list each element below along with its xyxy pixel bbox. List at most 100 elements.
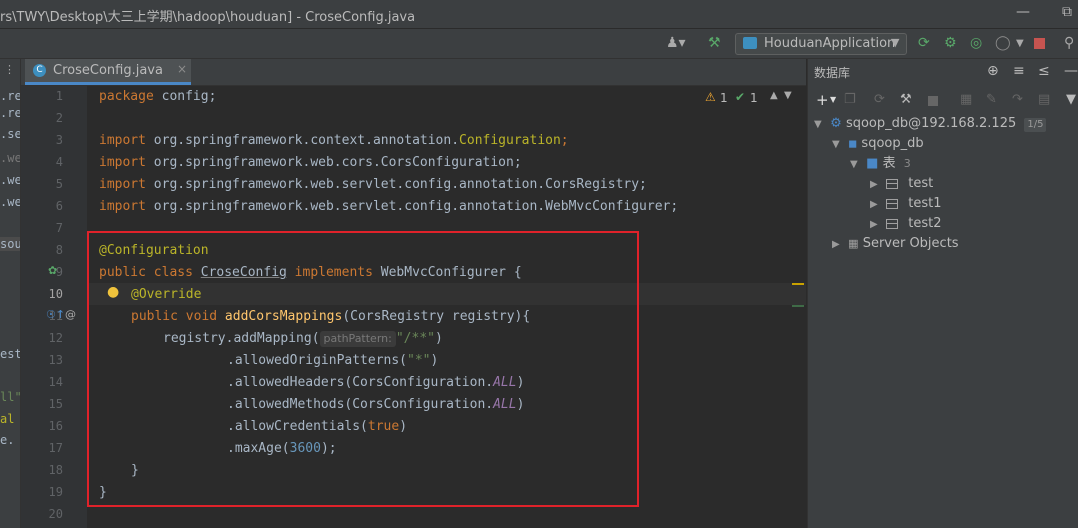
- chevron-down-icon[interactable]: ▼: [832, 135, 844, 155]
- warning-count[interactable]: 1: [720, 91, 728, 105]
- project-item[interactable]: .re: [0, 106, 20, 120]
- line-number: 13: [48, 353, 63, 367]
- chevron-down-icon[interactable]: ▼: [830, 95, 836, 104]
- code-fragment: est: [0, 347, 21, 361]
- tree-tables-folder[interactable]: ▼ ■ 表 3: [850, 154, 911, 174]
- collapse-all-icon[interactable]: ≡: [1013, 63, 1025, 79]
- code-line: import org.springframework.web.cors.Cors…: [99, 155, 522, 170]
- spring-bean-icon[interactable]: ✿: [48, 264, 57, 277]
- copy-icon[interactable]: ❐: [844, 92, 856, 107]
- editor-gutter: 1 2 3 4 5 6 7 8 9 10 11 12 13 14 15 16 1…: [21, 86, 97, 528]
- annotation-marker-icon[interactable]: @: [65, 308, 76, 321]
- filter-icon[interactable]: ▼: [1066, 92, 1076, 107]
- chevron-right-icon[interactable]: ▶: [870, 215, 882, 235]
- code-line: import org.springframework.context.annot…: [99, 133, 569, 148]
- server-objects-label: Server Objects: [862, 236, 959, 251]
- project-item[interactable]: .re: [0, 89, 20, 103]
- scroll-marker: [792, 283, 804, 285]
- stop-icon[interactable]: [928, 96, 938, 106]
- user-icon[interactable]: ♟▾: [666, 35, 686, 51]
- connection-icon: ⚙: [830, 116, 842, 131]
- console-icon[interactable]: ▤: [1038, 92, 1050, 107]
- jump-icon[interactable]: ↷: [1012, 92, 1023, 107]
- stop-icon[interactable]: [1034, 38, 1045, 49]
- line-number: 19: [48, 485, 63, 499]
- expand-all-icon[interactable]: ≤: [1038, 63, 1050, 79]
- code-line: import org.springframework.web.servlet.c…: [99, 199, 679, 214]
- chevron-right-icon[interactable]: ▶: [832, 235, 844, 255]
- target-icon[interactable]: ⊕: [987, 63, 999, 79]
- check-icon[interactable]: ✔: [735, 90, 745, 104]
- edit-icon[interactable]: ✎: [986, 92, 997, 107]
- wrench-icon[interactable]: ⚒: [900, 92, 912, 107]
- table-view-icon[interactable]: ▦: [960, 92, 972, 107]
- close-icon[interactable]: ×: [177, 62, 187, 76]
- tree-connection[interactable]: ▼ ⚙ sqoop_db@192.168.2.125 1/5: [814, 114, 1047, 135]
- line-number: 2: [55, 111, 63, 125]
- project-item[interactable]: .we: [0, 173, 20, 187]
- schema-label: sqoop_db: [861, 136, 924, 151]
- table-label: test2: [908, 216, 942, 231]
- tree-table[interactable]: ▶ test2: [870, 214, 942, 234]
- code-line: package config;: [99, 89, 217, 104]
- database-toolbar: + ▼ ❐ ⟳ ⚒ ▦ ✎ ↷ ▤ ▼: [808, 86, 1078, 112]
- override-marker-icon[interactable]: ☉↑: [46, 308, 65, 321]
- chevron-right-icon[interactable]: ▶: [870, 195, 882, 215]
- refresh-icon[interactable]: ⟳: [874, 92, 885, 107]
- ok-count[interactable]: 1: [750, 91, 758, 105]
- schema-icon: ◼: [848, 137, 858, 150]
- editor-tab-bar: C CroseConfig.java ×: [21, 59, 806, 86]
- debug-bug-icon[interactable]: ⚙: [944, 35, 957, 51]
- run-configuration-select[interactable]: HouduanApplication ▼: [735, 33, 907, 55]
- warning-icon[interactable]: ⚠: [705, 90, 716, 104]
- window-title: rs\TWY\Desktop\大三上学期\hadoop\houduan] - C…: [0, 10, 416, 25]
- tables-folder-label: 表: [882, 156, 896, 171]
- scroll-marker: [792, 305, 804, 307]
- build-hammer-icon[interactable]: ⚒: [708, 35, 721, 51]
- folder-icon: ■: [866, 156, 879, 171]
- more-run-options-icon[interactable]: ▼: [1016, 38, 1024, 49]
- tree-table[interactable]: ▶ test1: [870, 194, 942, 214]
- tab-crose-config[interactable]: C CroseConfig.java ×: [25, 59, 191, 85]
- profiler-icon[interactable]: ◯: [995, 35, 1011, 51]
- connection-badge: 1/5: [1024, 118, 1047, 132]
- tab-label: CroseConfig.java: [53, 63, 163, 78]
- line-number: 16: [48, 419, 63, 433]
- project-item[interactable]: .we: [0, 151, 20, 165]
- chevron-right-icon[interactable]: ▶: [870, 175, 882, 195]
- chevron-down-icon[interactable]: ▼: [784, 90, 792, 101]
- code-fragment: al: [0, 412, 15, 426]
- connection-label: sqoop_db@192.168.2.125: [845, 116, 1017, 131]
- server-objects-icon: ▦: [848, 237, 859, 250]
- project-item[interactable]: .we: [0, 195, 20, 209]
- panel-menu-icon[interactable]: ⋮: [4, 63, 15, 76]
- rerun-icon[interactable]: ⟳: [918, 35, 930, 51]
- chevron-down-icon: ▼: [891, 36, 900, 49]
- main-toolbar: ♟▾ ⚒ HouduanApplication ▼ ⟳ ⚙ ◎ ◯ ▼ ⚲: [0, 29, 1078, 59]
- chevron-down-icon[interactable]: ▼: [850, 155, 862, 175]
- coverage-icon[interactable]: ◎: [970, 35, 982, 51]
- line-number: 10: [48, 287, 63, 301]
- line-number: 5: [55, 177, 63, 191]
- line-number: 20: [48, 507, 63, 521]
- restore-button[interactable]: ⧉: [1062, 4, 1072, 20]
- title-bar: rs\TWY\Desktop\大三上学期\hadoop\houduan] - C…: [0, 0, 1078, 29]
- search-icon[interactable]: ⚲: [1064, 35, 1074, 51]
- table-icon: [886, 198, 899, 209]
- project-item[interactable]: .se: [0, 127, 20, 141]
- line-number: 6: [55, 199, 63, 213]
- minimize-button[interactable]: —: [1016, 4, 1030, 20]
- minimize-panel-icon[interactable]: —: [1064, 63, 1078, 79]
- project-item[interactable]: sou: [0, 237, 20, 251]
- add-icon[interactable]: +: [816, 91, 829, 109]
- project-panel-fragment: ⋮ .re .re .se .we .we .we sou est ll" al…: [0, 59, 21, 528]
- table-label: test: [908, 176, 934, 191]
- spring-app-icon: [743, 37, 757, 49]
- chevron-up-icon[interactable]: ▲: [770, 90, 778, 101]
- tree-server-objects[interactable]: ▶ ▦ Server Objects: [832, 234, 959, 254]
- tree-table[interactable]: ▶ test: [870, 174, 933, 194]
- code-line: import org.springframework.web.servlet.c…: [99, 177, 647, 192]
- tree-schema[interactable]: ▼ ◼ sqoop_db: [832, 134, 924, 154]
- line-number: 17: [48, 441, 63, 455]
- chevron-down-icon[interactable]: ▼: [814, 115, 826, 135]
